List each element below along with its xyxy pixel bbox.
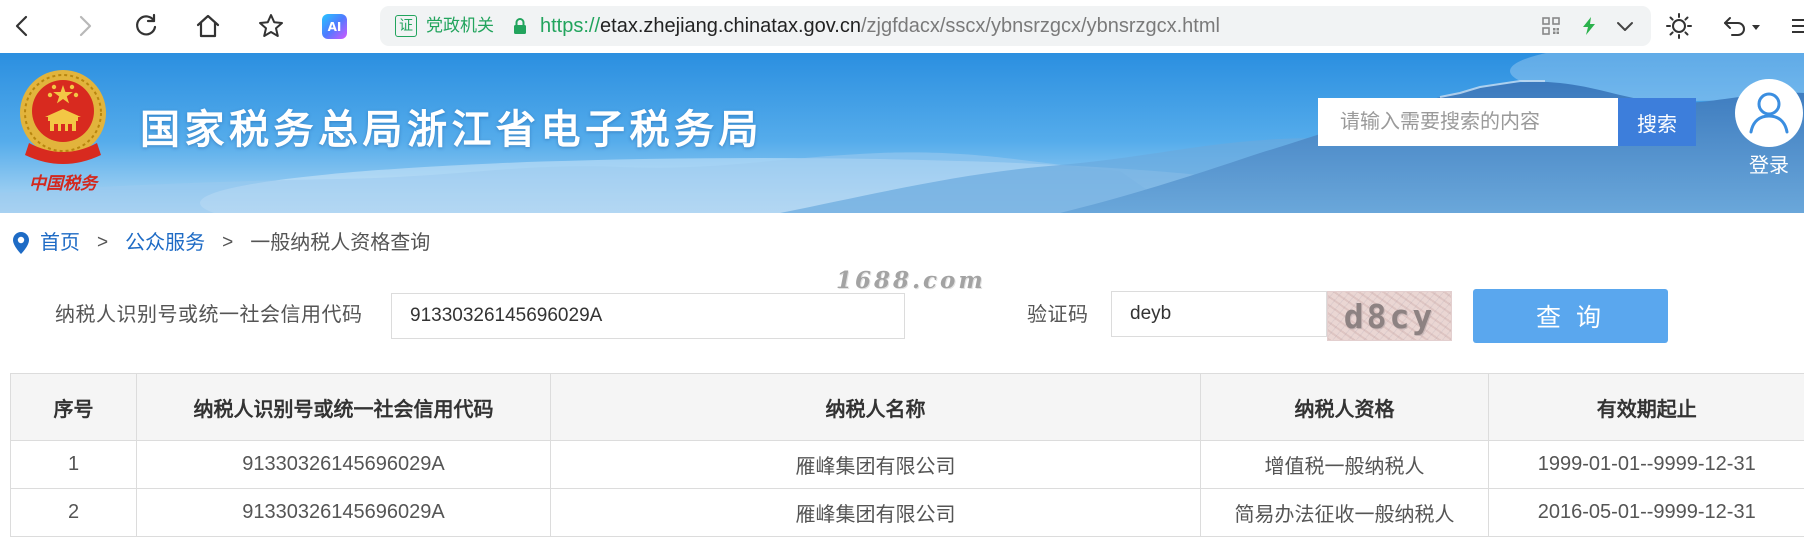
url-scheme: https:// [540, 15, 601, 37]
result-table: 序号 纳税人识别号或统一社会信用代码 纳税人名称 纳税人资格 有效期起止 1 9… [10, 373, 1804, 537]
cell-qualification: 简易办法征收一般纳税人 [1200, 488, 1489, 537]
forward-arrow-icon[interactable] [70, 12, 98, 40]
table-header-row: 序号 纳税人识别号或统一社会信用代码 纳税人名称 纳税人资格 有效期起止 [10, 373, 1804, 441]
cell-validity-period: 2016-05-01--9999-12-31 [1488, 488, 1804, 537]
qr-code-icon[interactable] [1540, 15, 1562, 37]
address-bar[interactable]: 证 党政机关 https://etax.zhejiang.chinatax.go… [380, 6, 1651, 46]
cell-taxpayer-id: 91330326145696029A [136, 440, 551, 489]
captcha-image[interactable]: d8cy [1327, 291, 1452, 341]
cell-taxpayer-name: 雁峰集团有限公司 [550, 440, 1201, 489]
lightning-icon[interactable] [1578, 15, 1600, 37]
breadcrumb: 首页 > 公众服务 > 一般纳税人资格查询 [12, 229, 430, 257]
gov-certified-badge[interactable]: 证 [395, 15, 417, 37]
site-search-input[interactable] [1318, 98, 1618, 146]
emblem-lettering: 中国税务 [29, 174, 100, 194]
site-header-banner: 中国税务 国家税务总局浙江省电子税务局 搜索 登录 [0, 53, 1804, 213]
menu-icon[interactable] [1788, 12, 1804, 40]
user-avatar-icon[interactable] [1734, 78, 1804, 148]
taxpayer-id-label: 纳税人识别号或统一社会信用代码 [55, 304, 363, 326]
undo-icon[interactable] [1721, 12, 1749, 40]
back-arrow-icon[interactable] [9, 12, 37, 40]
column-header-validity-period: 有效期起止 [1488, 373, 1804, 441]
cell-taxpayer-name: 雁峰集团有限公司 [550, 488, 1201, 537]
breadcrumb-public-services[interactable]: 公众服务 [125, 229, 205, 257]
url-text[interactable]: https://etax.zhejiang.chinatax.gov.cn/zj… [540, 6, 1220, 46]
star-icon[interactable] [257, 12, 285, 40]
captcha-input[interactable] [1111, 291, 1327, 337]
undo-dropdown-caret-icon[interactable] [1750, 12, 1762, 40]
cell-qualification: 增值税一般纳税人 [1200, 440, 1489, 489]
column-header-qualification: 纳税人资格 [1200, 373, 1489, 441]
cell-index: 1 [10, 440, 137, 489]
gov-certified-label[interactable]: 党政机关 [426, 6, 494, 46]
cell-index: 2 [10, 488, 137, 537]
lock-icon[interactable] [512, 17, 528, 35]
breadcrumb-home[interactable]: 首页 [40, 229, 80, 257]
url-host: etax.zhejiang.chinatax.gov.cn [600, 15, 861, 37]
watermark: 1688.com [836, 267, 986, 294]
browser-window: AI 证 党政机关 https://etax.zhejiang.chinatax… [0, 0, 1804, 558]
refresh-icon[interactable] [132, 12, 160, 40]
table-row: 1 91330326145696029A 雁峰集团有限公司 增值税一般纳税人 1… [10, 440, 1804, 489]
home-icon[interactable] [194, 12, 222, 40]
breadcrumb-separator: > [222, 232, 234, 253]
brightness-icon[interactable] [1665, 12, 1693, 40]
column-header-taxpayer-id: 纳税人识别号或统一社会信用代码 [136, 373, 551, 441]
cell-validity-period: 1999-01-01--9999-12-31 [1488, 440, 1804, 489]
captcha-image-text: d8cy [1343, 296, 1436, 336]
ai-assistant-icon[interactable]: AI [322, 14, 347, 39]
column-header-taxpayer-name: 纳税人名称 [550, 373, 1201, 441]
breadcrumb-current-page: 一般纳税人资格查询 [250, 232, 431, 254]
url-path: /zjgfdacx/sscx/ybnsrzgcx/ybnsrzgcx.html [860, 15, 1220, 37]
site-title: 国家税务总局浙江省电子税务局 [140, 108, 763, 152]
breadcrumb-separator: > [97, 232, 109, 253]
login-link[interactable]: 登录 [1734, 154, 1804, 178]
browser-toolbar: AI 证 党政机关 https://etax.zhejiang.chinatax… [0, 0, 1804, 52]
query-button[interactable]: 查 询 [1473, 289, 1668, 343]
site-search-button[interactable]: 搜索 [1618, 98, 1696, 146]
chevron-down-icon[interactable] [1614, 15, 1636, 37]
table-row: 2 91330326145696029A 雁峰集团有限公司 简易办法征收一般纳税… [10, 488, 1804, 537]
tax-emblem-logo: 中国税务 [20, 70, 106, 194]
captcha-label: 验证码 [1027, 304, 1089, 326]
taxpayer-id-input[interactable] [391, 293, 905, 339]
cell-taxpayer-id: 91330326145696029A [136, 488, 551, 537]
location-pin-icon [13, 232, 29, 254]
column-header-index: 序号 [10, 373, 137, 441]
